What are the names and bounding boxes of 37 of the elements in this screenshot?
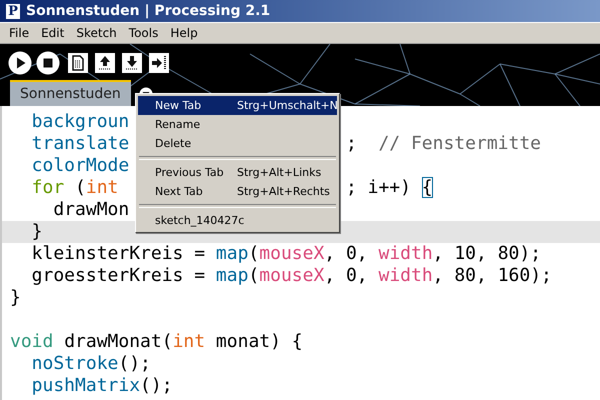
- app-icon: P: [6, 4, 20, 18]
- code-line: kleinsterKreis = map(mouseX, 0, width, 10, 80);: [30, 243, 542, 265]
- menu-item[interactable]: Help: [164, 26, 204, 40]
- menu-item[interactable]: New Tab Strg+Umschalt+N: [138, 96, 337, 115]
- code-line: translate: [30, 133, 130, 155]
- code-line: colorMode: [30, 155, 130, 177]
- menu-item[interactable]: Tools: [122, 26, 164, 40]
- open-button[interactable]: [95, 53, 115, 73]
- code-line: noStroke();: [30, 353, 151, 375]
- code-line: }: [30, 221, 43, 242]
- code-line: groessterKreis = map(mouseX, 0, width, 80, 160);: [30, 265, 552, 287]
- menu-item[interactable]: Previous Tab Strg+Alt+Links: [138, 163, 337, 182]
- menu-item[interactable]: Next Tab Strg+Alt+Rechts: [138, 182, 337, 201]
- code-line: ; // Fenstermitte: [346, 133, 542, 155]
- code-line: }: [10, 287, 21, 309]
- menu-item[interactable]: Delete: [138, 134, 337, 153]
- menu-item[interactable]: File: [3, 26, 36, 40]
- code-line: pushMatrix();: [30, 375, 173, 397]
- shortcut-label: Strg+Umschalt+N: [237, 99, 338, 112]
- code-line: ; i++) {: [346, 177, 433, 199]
- menu-item[interactable]: Edit: [35, 26, 70, 40]
- shortcut-label: Strg+Alt+Links: [237, 166, 322, 179]
- export-button[interactable]: [149, 53, 169, 73]
- code-line: for (int: [30, 177, 118, 199]
- code-line: void drawMonat(int monat) {: [10, 331, 303, 353]
- window-title: Sonnenstuden | Processing 2.1: [26, 3, 270, 19]
- new-button[interactable]: [68, 53, 88, 73]
- menu-item[interactable]: Rename: [138, 115, 337, 134]
- menu-item[interactable]: Sketch: [70, 26, 123, 40]
- shortcut-label: Strg+Alt+Rechts: [237, 185, 331, 198]
- menu-item[interactable]: sketch_140427c: [138, 211, 337, 230]
- save-button[interactable]: [122, 53, 142, 73]
- run-button[interactable]: [8, 51, 32, 75]
- sketch-tab[interactable]: Sonnenstuden: [10, 80, 131, 106]
- stop-button[interactable]: [36, 51, 60, 75]
- code-line: backgroun: [30, 111, 130, 133]
- code-line: drawMon: [52, 199, 130, 221]
